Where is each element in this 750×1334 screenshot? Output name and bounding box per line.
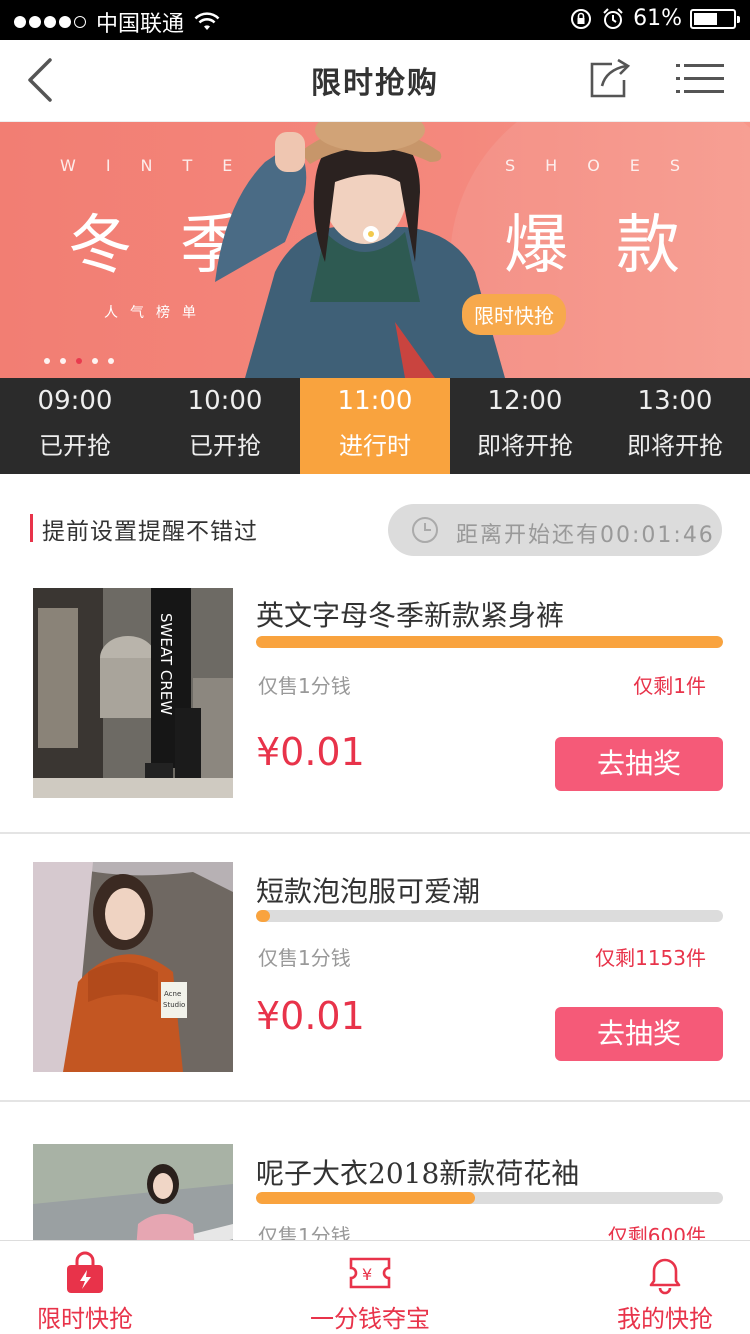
product-note: 仅售1分钱 [258,1224,351,1240]
time-tab-status: 已开抢 [189,432,261,460]
stock-progress-fill [256,910,270,922]
bottom-tab-label: 我的快抢 [617,1305,713,1333]
status-bar: 中国联通 61% [0,0,750,40]
signal-icon [14,16,86,28]
stock-progress-fill [256,636,723,648]
battery-icon [690,8,740,29]
bottom-tab-label: 一分钱夺宝 [310,1305,430,1333]
wifi-icon [194,12,220,30]
product-price: ¥0.01 [256,994,365,1038]
alarm-icon [603,7,623,29]
svg-text:Studio: Studio [163,1001,185,1009]
stock-progress-bar [256,910,723,922]
product-note: 仅售1分钱 [258,946,351,970]
time-tab-status: 进行时 [339,432,411,460]
product-note: 仅售1分钱 [258,674,351,698]
time-slot-tabs: 09:00 已开抢 10:00 已开抢 11:00 进行时 12:00 即将开抢… [0,378,750,474]
banner-title-right: 爆款 [504,209,728,283]
stock-progress-bar [256,636,723,648]
product-card[interactable]: Acne Studio 短款泡泡服可爱潮 仅售1分钱 仅剩1153件 ¥0.01… [0,834,750,1100]
reminder-row: 提前设置提醒不错过 距离开始还有00:01:46 [0,474,750,574]
remaining-count: 仅剩600件 [607,1224,706,1240]
bottom-tab-label: 限时快抢 [37,1305,133,1333]
time-tab-1300[interactable]: 13:00 即将开抢 [600,378,750,474]
bottom-tab-one-cent[interactable]: ¥ 一分钱夺宝 [298,1241,442,1334]
time-tab-1200[interactable]: 12:00 即将开抢 [450,378,600,474]
remaining-count: 仅剩1153件 [595,946,706,970]
rotation-lock-icon [571,8,592,29]
time-tab-1100[interactable]: 11:00 进行时 [300,378,450,474]
remaining-count: 仅剩1件 [633,674,706,698]
product-title: 英文字母冬季新款紧身裤 [256,599,565,632]
time-tab-status: 已开抢 [39,432,111,460]
time-tab-time: 12:00 [487,386,563,416]
lottery-button[interactable]: 去抽奖 [555,737,723,791]
clock-icon [412,517,438,543]
menu-icon[interactable] [676,62,724,96]
bottom-tab-my-sales[interactable]: 我的快抢 [600,1241,730,1334]
bottom-tab-flash-sale[interactable]: 限时快抢 [20,1241,150,1334]
banner-subtitle: 人气榜单 [104,305,208,321]
stock-progress-fill [256,1192,476,1204]
bell-icon [649,1258,681,1295]
product-title: 短款泡泡服可爱潮 [256,875,481,908]
time-tab-status: 即将开抢 [627,432,723,460]
product-image: Acne Studio [33,862,233,1072]
pager-dot [60,358,66,364]
time-tab-status: 即将开抢 [477,432,573,460]
bottom-nav: 限时快抢 ¥ 一分钱夺宝 我的快抢 [0,1240,750,1334]
navbar: 限时抢购 [0,40,750,122]
product-price: ¥0.01 [256,730,365,774]
time-tab-time: 09:00 [37,386,113,416]
pager-dot [92,358,98,364]
status-right: 61% [569,6,740,31]
time-tab-1000[interactable]: 10:00 已开抢 [150,378,300,474]
lottery-button[interactable]: 去抽奖 [555,1007,723,1061]
page-title: 限时抢购 [311,66,439,101]
time-tab-0900[interactable]: 09:00 已开抢 [0,378,150,474]
pager-dot [108,358,114,364]
share-icon[interactable] [588,56,632,100]
stock-progress-bar [256,1192,723,1204]
shopping-bag-icon [67,1251,103,1293]
time-tab-time: 13:00 [637,386,713,416]
time-tab-time: 11:00 [337,386,413,416]
time-tab-time: 10:00 [187,386,263,416]
banner-model-image [215,122,505,378]
product-image [33,1144,233,1240]
status-left: 中国联通 [14,6,220,38]
product-title: 呢子大衣2018新款荷花袖 [256,1157,580,1190]
carrier-name: 中国联通 [96,12,185,37]
svg-text:SWEAT CREW: SWEAT CREW [157,613,175,715]
pager-dot [44,358,50,364]
svg-text:¥: ¥ [362,1265,372,1284]
promo-banner[interactable]: WINTE SHOES 冬季 爆款 人气榜单 限时快抢 [0,122,750,378]
reminder-accent-bar [30,514,33,542]
banner-badge: 限时快抢 [462,294,566,335]
countdown-pill: 距离开始还有00:01:46 [388,504,722,556]
pager-dot [76,358,82,364]
product-image: SWEAT CREW [33,588,233,798]
countdown-text: 距离开始还有00:01:46 [456,523,715,548]
banner-en-right: SHOES [505,156,711,175]
reminder-text: 提前设置提醒不错过 [42,519,258,545]
banner-pager [44,358,114,364]
product-card[interactable]: 呢子大衣2018新款荷花袖 仅售1分钱 仅剩600件 [0,1102,750,1240]
svg-text:Acne: Acne [164,990,181,998]
ticket-icon: ¥ [349,1257,391,1289]
battery-percent: 61% [633,6,682,31]
product-card[interactable]: SWEAT CREW 英文字母冬季新款紧身裤 仅售1分钱 仅剩1件 ¥0.01 … [0,574,750,832]
